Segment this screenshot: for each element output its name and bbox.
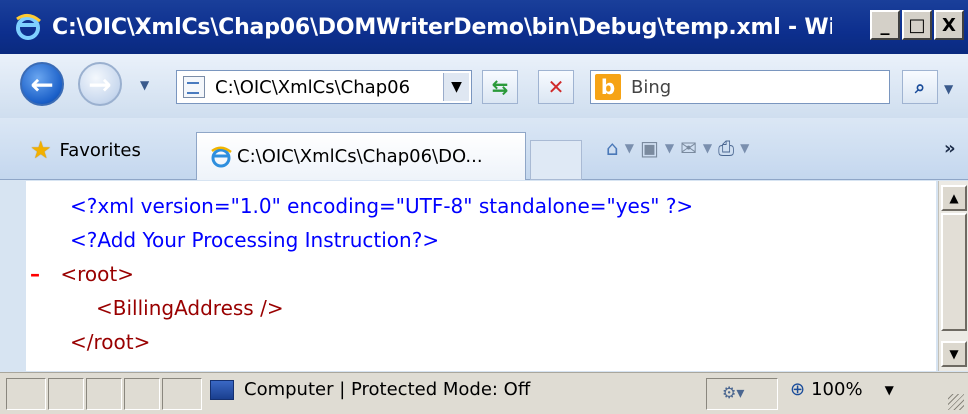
navigation-bar: ← → ▼ C:\OIC\XmlCs\Chap06 ▼ ⇆ ✕ b Bing ⌕… (0, 54, 968, 118)
bing-logo-icon: b (595, 74, 621, 100)
root-close-line: </root> (70, 330, 151, 354)
address-bar[interactable]: C:\OIC\XmlCs\Chap06 ▼ (176, 70, 472, 104)
print-dropdown[interactable]: ▼ (740, 141, 749, 155)
billing-address-line: <BillingAddress /> (96, 296, 284, 320)
page-icon (183, 76, 205, 98)
ie-logo-icon (16, 14, 41, 40)
stop-icon: ✕ (547, 75, 565, 99)
caption-buttons: _ □ X (870, 10, 964, 40)
search-icon: ⌕ (914, 76, 926, 98)
mail-dropdown[interactable]: ▼ (703, 141, 712, 155)
address-input[interactable]: C:\OIC\XmlCs\Chap06 (215, 77, 441, 98)
root-open-line: – <root> (30, 257, 134, 291)
collapse-toggle[interactable]: – (30, 262, 40, 286)
favorites-label: Favorites (59, 139, 141, 161)
minimize-button[interactable]: _ (870, 10, 900, 40)
zone-text: Computer | Protected Mode: Off (244, 379, 531, 400)
xml-document-view: <?xml version="1.0" encoding="UTF-8" sta… (26, 181, 936, 371)
forward-button[interactable]: → (78, 62, 122, 106)
scroll-thumb[interactable] (941, 213, 967, 331)
status-cell (124, 378, 160, 410)
tab-label: C:\OIC\XmlCs\Chap06\DO... (237, 146, 483, 167)
addon-icon: ⚙▾ (722, 383, 745, 402)
xml-declaration-line: <?xml version="1.0" encoding="UTF-8" sta… (70, 194, 694, 218)
mail-icon[interactable]: ✉ (680, 136, 697, 160)
status-cell (162, 378, 202, 410)
status-cell (48, 378, 84, 410)
search-button[interactable]: ⌕ (902, 70, 938, 104)
security-zone[interactable]: Computer | Protected Mode: Off (210, 379, 530, 400)
refresh-icon: ⇆ (491, 75, 509, 99)
home-dropdown[interactable]: ▼ (625, 141, 634, 155)
back-button[interactable]: ← (20, 62, 64, 106)
ie-page-icon (211, 146, 232, 167)
status-bar: Computer | Protected Mode: Off ⚙▾ ⊕ 100%… (0, 372, 968, 414)
zoom-icon: ⊕ (790, 379, 806, 400)
back-icon: ← (30, 67, 54, 101)
maximize-button[interactable]: □ (902, 10, 932, 40)
browser-window: C:\OIC\XmlCs\Chap06\DOMWriterDemo\bin\De… (0, 0, 968, 414)
forward-icon: → (88, 67, 112, 101)
vertical-scrollbar[interactable]: ▲ ▼ (938, 181, 968, 371)
scroll-down-button[interactable]: ▼ (941, 341, 967, 367)
print-icon[interactable]: ⎙ (718, 136, 734, 160)
stop-button[interactable]: ✕ (538, 70, 574, 104)
processing-instruction-line: <?Add Your Processing Instruction?> (70, 228, 440, 252)
root-open-tag: <root> (60, 262, 134, 286)
zoom-level: 100% (811, 379, 863, 400)
status-cell (6, 378, 46, 410)
new-tab-button[interactable] (530, 140, 582, 180)
command-bar: ⌂ ▼ ▣ ▼ ✉ ▼ ⎙ ▼ (606, 136, 749, 160)
feeds-icon[interactable]: ▣ (640, 136, 659, 160)
favorites-bar: ★ Favorites C:\OIC\XmlCs\Chap06\DO... ⌂ … (0, 118, 968, 180)
feeds-dropdown[interactable]: ▼ (665, 141, 674, 155)
scroll-up-button[interactable]: ▲ (941, 185, 967, 211)
home-icon[interactable]: ⌂ (606, 136, 619, 160)
status-cell (86, 378, 122, 410)
search-options-dropdown[interactable]: ▼ (944, 82, 953, 96)
tab-current[interactable]: C:\OIC\XmlCs\Chap06\DO... (196, 132, 526, 180)
title-bar[interactable]: C:\OIC\XmlCs\Chap06\DOMWriterDemo\bin\De… (0, 0, 968, 54)
close-button[interactable]: X (934, 10, 964, 40)
more-commands-chevron[interactable]: » (944, 138, 956, 159)
search-box[interactable]: b Bing (590, 70, 890, 104)
recent-pages-dropdown[interactable]: ▼ (140, 79, 154, 91)
address-dropdown-button[interactable]: ▼ (443, 73, 469, 101)
zoom-control[interactable]: ⊕ 100% ▼ (790, 379, 894, 400)
favorites-button[interactable]: ★ Favorites (30, 136, 141, 164)
window-title: C:\OIC\XmlCs\Chap06\DOMWriterDemo\bin\De… (52, 14, 832, 40)
computer-icon (210, 379, 234, 400)
resize-grip[interactable] (948, 394, 964, 410)
favorites-star-icon: ★ (30, 136, 52, 164)
zoom-dropdown[interactable]: ▼ (885, 383, 894, 397)
refresh-button[interactable]: ⇆ (482, 70, 518, 104)
search-input[interactable]: Bing (631, 77, 671, 98)
